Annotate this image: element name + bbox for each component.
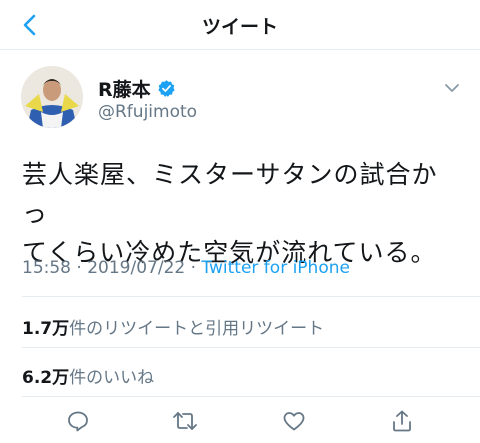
tweet-meta: 15:58 · 2019/07/22 · Twitter for iPhone — [22, 258, 350, 278]
meta-separator: · — [190, 258, 197, 278]
tweet-time[interactable]: 15:58 — [22, 258, 71, 278]
heart-icon — [283, 412, 305, 431]
share-icon — [393, 410, 411, 432]
tweet-text-line: 芸人楽屋、ミスターサタンの試合かっ — [22, 160, 438, 228]
page-title: ツイート — [201, 16, 278, 38]
meta-separator: · — [76, 258, 82, 278]
share-button[interactable] — [387, 406, 417, 436]
divider — [22, 347, 480, 348]
tweet-text: 芸人楽屋、ミスターサタンの試合かっ てくらい冷めた空気が流れている。 — [22, 155, 462, 272]
display-name[interactable]: R藤本 — [98, 75, 176, 102]
top-bar: ツイート — [0, 0, 480, 50]
tweet-author: R藤本 @Rfujimoto — [0, 50, 480, 142]
divider — [22, 296, 480, 297]
verified-badge-icon — [157, 80, 175, 97]
reply-button[interactable] — [63, 406, 93, 436]
chevron-down-icon — [445, 84, 459, 92]
likes-count: 6.2万 — [22, 368, 70, 388]
tweet-source-link[interactable]: Twitter for iPhone — [201, 258, 350, 278]
retweets-count: 1.7万 — [22, 319, 70, 339]
retweet-icon — [173, 412, 197, 430]
likes-stat[interactable]: 6.2万件のいいね — [22, 363, 154, 388]
likes-label: 件のいいね — [69, 368, 155, 388]
retweets-stat[interactable]: 1.7万件のリツイートと引用リツイート — [22, 314, 324, 339]
user-handle[interactable]: @Rfujimoto — [98, 102, 197, 122]
retweets-label: 件のリツイートと引用リツイート — [69, 319, 325, 339]
divider — [22, 396, 480, 397]
reply-icon — [68, 411, 88, 432]
avatar-image — [21, 66, 83, 128]
retweet-button[interactable] — [170, 406, 200, 436]
avatar[interactable] — [21, 66, 83, 128]
like-button[interactable] — [279, 406, 309, 436]
tweet-date[interactable]: 2019/07/22 — [87, 258, 185, 278]
tweet-actions — [0, 400, 480, 443]
tweet-menu-button[interactable] — [442, 78, 462, 98]
display-name-text: R藤本 — [98, 79, 151, 101]
